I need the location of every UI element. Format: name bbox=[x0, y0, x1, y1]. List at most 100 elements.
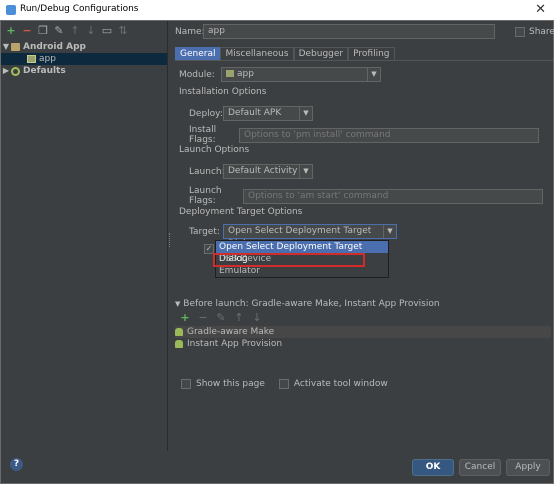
before-launch-toolbar: + − ✎ ↑ ↓ bbox=[179, 312, 263, 324]
activate-tool-option[interactable]: Activate tool window bbox=[278, 379, 388, 389]
launch-flags-input[interactable]: Options to 'am start' command bbox=[243, 188, 543, 204]
activate-tool-label: Activate tool window bbox=[293, 379, 388, 389]
config-tree: ▼ Android App app ▶ Defaults bbox=[1, 41, 167, 77]
target-label: Target: bbox=[189, 226, 220, 237]
deploy-label: Deploy: bbox=[189, 108, 223, 119]
cancel-button[interactable]: Cancel bbox=[459, 459, 501, 476]
config-tabs: General Miscellaneous Debugger Profiling bbox=[175, 47, 395, 60]
name-input[interactable]: app bbox=[203, 24, 495, 39]
chevron-down-icon[interactable]: ▼ bbox=[1, 41, 11, 53]
module-icon bbox=[226, 70, 234, 77]
install-flags-row: Install Flags: Options to 'pm install' c… bbox=[189, 125, 539, 145]
chevron-down-icon[interactable]: ▼ bbox=[175, 300, 180, 308]
config-tree-pane: + − ❐ ✎ ↑ ↓ ▭ ⇅ ▼ Android App app ▶ Defa… bbox=[1, 21, 168, 451]
chevron-down-icon[interactable]: ▼ bbox=[367, 68, 380, 81]
module-label: Module: bbox=[179, 69, 215, 80]
before-launch-options: Show this page Activate tool window bbox=[181, 379, 388, 389]
tree-item-label: Defaults bbox=[23, 66, 66, 76]
apply-button[interactable]: Apply bbox=[506, 459, 550, 476]
deploy-row: Deploy: Default APK ▼ bbox=[189, 106, 313, 121]
launch-flags-label: Launch Flags: bbox=[189, 186, 222, 206]
share-label: Share bbox=[529, 27, 554, 37]
folder-icon[interactable]: ▭ bbox=[101, 25, 113, 37]
launch-value: Default Activity bbox=[228, 166, 298, 176]
move-up-icon[interactable]: ↑ bbox=[69, 25, 81, 37]
before-launch-header[interactable]: ▼ Before launch: Gradle-aware Make, Inst… bbox=[175, 299, 440, 309]
android-icon bbox=[175, 340, 183, 348]
module-value: app bbox=[237, 69, 254, 79]
name-label: Name: bbox=[175, 27, 205, 37]
installation-section-title: Installation Options bbox=[179, 87, 267, 97]
install-flags-input[interactable]: Options to 'pm install' command bbox=[239, 127, 539, 143]
usb-device-highlight-box bbox=[213, 253, 365, 267]
launch-flags-row: Launch Flags: Options to 'am start' comm… bbox=[189, 186, 543, 206]
close-icon[interactable]: ✕ bbox=[535, 2, 546, 17]
deploy-value: Default APK bbox=[228, 108, 282, 118]
activate-tool-checkbox[interactable] bbox=[278, 379, 289, 389]
show-page-label: Show this page bbox=[196, 379, 265, 389]
ok-button[interactable]: OK bbox=[412, 459, 454, 476]
edit-task-icon[interactable]: ✎ bbox=[215, 312, 227, 324]
install-flags-label: Install Flags: bbox=[189, 125, 217, 145]
tab-profiling[interactable]: Profiling bbox=[348, 47, 395, 60]
tab-divider bbox=[175, 60, 553, 61]
target-select[interactable]: Open Select Deployment Target Dialog ▼ bbox=[223, 224, 397, 249]
share-option[interactable]: Share bbox=[515, 27, 554, 37]
list-item-label: Gradle-aware Make bbox=[187, 327, 275, 337]
list-item-label: Instant App Provision bbox=[187, 339, 283, 349]
target-row: Target: Open Select Deployment Target Di… bbox=[189, 224, 397, 249]
add-task-icon[interactable]: + bbox=[179, 312, 191, 324]
settings-icon[interactable]: ✎ bbox=[53, 25, 65, 37]
launch-section-title: Launch Options bbox=[179, 145, 250, 155]
list-item[interactable]: Instant App Provision bbox=[175, 338, 551, 350]
remove-task-icon[interactable]: − bbox=[197, 312, 209, 324]
chevron-down-icon[interactable]: ▼ bbox=[299, 107, 312, 120]
launch-row: Launch: Default Activity ▼ bbox=[189, 164, 313, 179]
chevron-down-icon[interactable]: ▼ bbox=[299, 165, 312, 178]
chevron-right-icon[interactable]: ▶ bbox=[1, 65, 11, 77]
launch-select[interactable]: Default Activity ▼ bbox=[223, 164, 313, 179]
show-page-checkbox[interactable] bbox=[181, 379, 191, 389]
launch-label: Launch: bbox=[189, 166, 225, 177]
button-bar: ? OK Cancel Apply bbox=[1, 451, 553, 483]
dropdown-option-select-dialog[interactable]: Open Select Deployment Target Dialog bbox=[216, 241, 388, 264]
defaults-gear-icon bbox=[11, 66, 20, 76]
help-icon[interactable]: ? bbox=[10, 458, 23, 471]
splitter-handle[interactable] bbox=[169, 233, 172, 247]
android-icon bbox=[175, 328, 183, 336]
config-editor: Name: app Share General Miscellaneous De… bbox=[173, 21, 554, 451]
deployment-section-title: Deployment Target Options bbox=[179, 207, 303, 217]
move-down-icon[interactable]: ↓ bbox=[251, 312, 263, 324]
list-item[interactable]: Gradle-aware Make bbox=[175, 326, 551, 338]
tab-miscellaneous[interactable]: Miscellaneous bbox=[220, 47, 294, 60]
move-down-icon[interactable]: ↓ bbox=[85, 25, 97, 37]
window-title: Run/Debug Configurations bbox=[20, 4, 139, 14]
before-launch-label: Before launch: Gradle-aware Make, Instan… bbox=[183, 299, 440, 309]
add-icon[interactable]: + bbox=[5, 25, 17, 37]
before-launch-list: Gradle-aware Make Instant App Provision bbox=[175, 326, 551, 350]
tree-item-android-app[interactable]: ▼ Android App bbox=[1, 41, 167, 53]
sort-icon[interactable]: ⇅ bbox=[117, 25, 129, 37]
dialog-body: + − ❐ ✎ ↑ ↓ ▭ ⇅ ▼ Android App app ▶ Defa… bbox=[0, 20, 554, 484]
chevron-down-icon[interactable]: ▼ bbox=[383, 225, 396, 238]
tree-toolbar: + − ❐ ✎ ↑ ↓ ▭ ⇅ bbox=[5, 25, 129, 41]
remove-icon[interactable]: − bbox=[21, 25, 33, 37]
name-row: Name: bbox=[175, 27, 205, 37]
app-config-icon bbox=[27, 55, 36, 63]
tree-item-label: app bbox=[39, 54, 56, 64]
show-page-option[interactable]: Show this page bbox=[181, 379, 265, 389]
tab-general[interactable]: General bbox=[175, 47, 221, 60]
tree-item-app[interactable]: app bbox=[1, 53, 167, 65]
deploy-select[interactable]: Default APK ▼ bbox=[223, 106, 313, 121]
title-bar: Run/Debug Configurations ✕ bbox=[0, 0, 554, 21]
tab-debugger[interactable]: Debugger bbox=[293, 47, 349, 60]
module-select[interactable]: app ▼ bbox=[221, 67, 381, 82]
copy-icon[interactable]: ❐ bbox=[37, 25, 49, 37]
app-icon bbox=[6, 5, 16, 15]
android-app-icon bbox=[11, 43, 20, 51]
tree-item-label: Android App bbox=[23, 42, 86, 52]
move-up-icon[interactable]: ↑ bbox=[233, 312, 245, 324]
share-checkbox[interactable] bbox=[515, 27, 525, 37]
tree-item-defaults[interactable]: ▶ Defaults bbox=[1, 65, 167, 77]
module-row: Module: app ▼ bbox=[179, 67, 381, 82]
